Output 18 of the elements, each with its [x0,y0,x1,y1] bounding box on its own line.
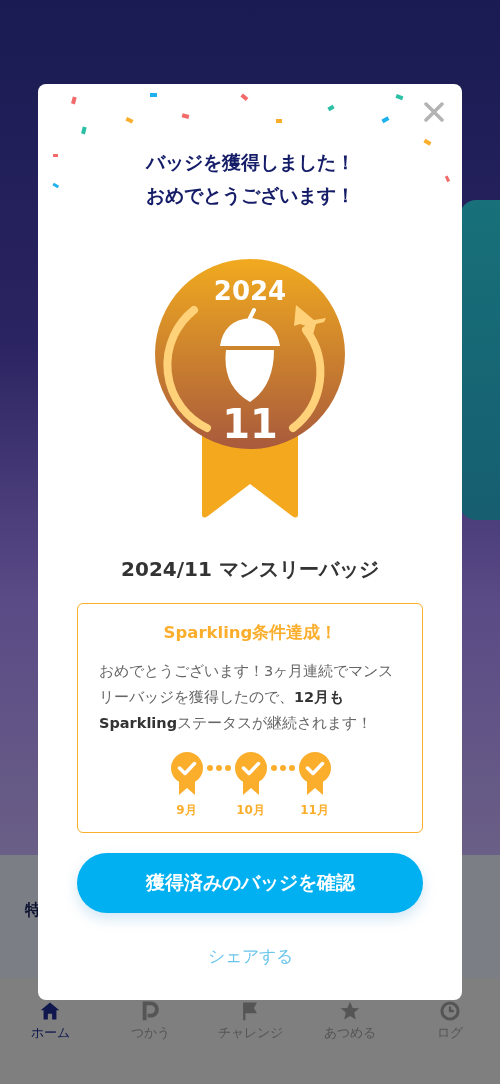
dotted-connector [206,765,231,771]
share-link[interactable]: シェアする [207,945,293,968]
house-icon [40,1001,60,1021]
close-icon[interactable] [424,102,444,122]
badge-name: 2024/11 マンスリーバッジ [121,556,379,583]
month-label: 11月 [300,802,329,819]
clock-icon [440,1001,460,1021]
nav-tab[interactable]: ホーム [5,1001,95,1084]
month-label: 10月 [236,802,265,819]
dialog-title: バッジを獲得しました！ おめでとうございます！ [145,150,355,208]
achievement-heading: Sparkling条件達成！ [163,622,338,644]
dotted-connector [270,765,295,771]
star-icon [340,1001,360,1021]
view-badges-button[interactable]: 獲得済みのバッジを確認 [77,853,423,913]
achievement-message: おめでとうございます！3ヶ月連続でマンスリーバッジを獲得したので、12月も Sparklingステータスが継続されます！ [99,662,395,733]
month-label: 9月 [176,802,197,819]
badge-drawing: 2024 11 [154,258,346,520]
letter-p-icon [140,1001,160,1021]
